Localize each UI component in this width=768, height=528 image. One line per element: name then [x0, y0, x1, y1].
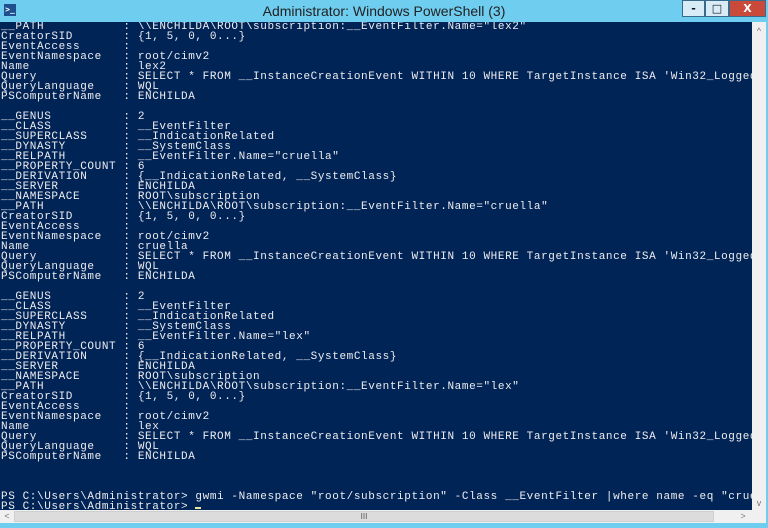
- scroll-right-icon[interactable]: >: [736, 511, 750, 521]
- console-output[interactable]: __PATH : \\ENCHILDA\ROOT\subscription:__…: [0, 22, 752, 510]
- minimize-button[interactable]: -: [682, 0, 705, 17]
- console-line: PSComputerName : ENCHILDA: [1, 451, 196, 463]
- close-button[interactable]: X: [729, 0, 766, 17]
- console-lines: __PATH : \\ENCHILDA\ROOT\subscription:__…: [1, 22, 752, 510]
- prompt-line[interactable]: PS C:\Users\Administrator>: [1, 502, 752, 510]
- scroll-left-icon[interactable]: <: [0, 511, 14, 521]
- console-line: PSComputerName : ENCHILDA: [1, 271, 196, 283]
- horizontal-scrollbar[interactable]: < III >: [0, 510, 766, 523]
- window-title: Administrator: Windows PowerShell (3): [262, 3, 506, 19]
- title-bar[interactable]: >_ Administrator: Windows PowerShell (3)…: [0, 0, 768, 22]
- console-line: PSComputerName : ENCHILDA: [1, 91, 196, 103]
- scroll-down-icon[interactable]: v: [752, 498, 766, 508]
- scroll-up-icon[interactable]: ^: [752, 26, 766, 36]
- horizontal-scroll-thumb[interactable]: III: [14, 511, 714, 522]
- maximize-button[interactable]: □: [705, 0, 729, 17]
- vertical-scrollbar[interactable]: ^ v: [752, 22, 766, 510]
- text-cursor: [195, 507, 202, 509]
- prompt: PS C:\Users\Administrator>: [1, 501, 196, 511]
